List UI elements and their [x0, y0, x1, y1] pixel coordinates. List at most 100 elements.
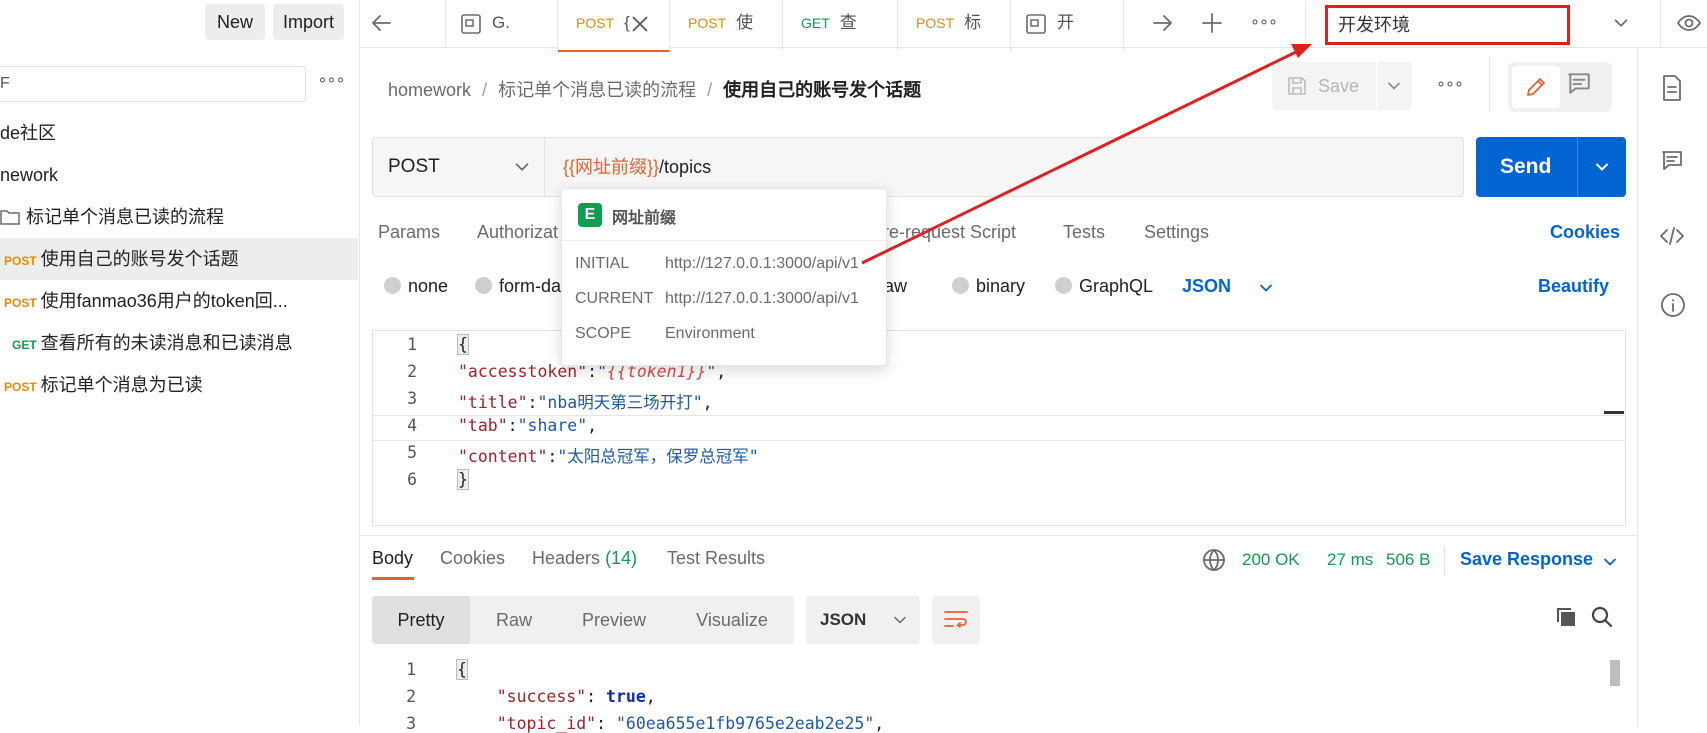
send-button[interactable]: Send: [1476, 137, 1626, 197]
breadcrumb-collection[interactable]: homework: [388, 80, 471, 100]
back-arrow-icon[interactable]: [360, 0, 446, 48]
body-type-graphql[interactable]: GraphQL: [1055, 276, 1153, 297]
status-code[interactable]: 200 OK: [1242, 550, 1300, 570]
sidebar-item[interactable]: POST 使用fanmao36用户的token回...: [0, 280, 358, 322]
env-chevron-down-icon[interactable]: [1610, 12, 1634, 36]
documentation-icon[interactable]: [1660, 74, 1684, 107]
eye-icon[interactable]: [1676, 11, 1704, 37]
code-line[interactable]: "title":"nba明天第三场开打",: [458, 389, 713, 413]
tooltip-row-key: SCOPE: [575, 325, 632, 342]
import-button[interactable]: Import: [273, 4, 344, 40]
code-line[interactable]: "success": true,: [457, 687, 656, 706]
request-tab[interactable]: G.: [446, 0, 558, 52]
response-body-viewer[interactable]: 1 {2 "success": true, 3 "topic_id": "60ea6…: [372, 658, 1626, 733]
body-type-form-data[interactable]: form-da: [475, 276, 561, 297]
cookies-link[interactable]: Cookies: [1550, 222, 1620, 243]
code-line[interactable]: "topic_id": "60ea655e1fb9765e2eab2e25",: [457, 714, 884, 733]
search-icon[interactable]: [1590, 605, 1614, 634]
request-subtab[interactable]: Tests: [1063, 222, 1105, 243]
tab-close-icon[interactable]: [630, 14, 650, 34]
response-tab-test-results[interactable]: Test Results: [667, 548, 765, 569]
view-mode-preview[interactable]: Preview: [558, 596, 670, 644]
beautify-link[interactable]: Beautify: [1538, 276, 1609, 297]
code-line[interactable]: "tab":"share",: [458, 416, 597, 435]
environment-select[interactable]: 开发环境: [1325, 5, 1570, 45]
view-mode-raw[interactable]: Raw: [470, 596, 558, 644]
response-tab-headers[interactable]: Headers (14): [532, 548, 637, 569]
tab-bar: G. POST{POST 使 GET 查 POST 标开 ∘∘∘ 开发环境: [360, 0, 1707, 52]
forward-arrow-icon[interactable]: [1150, 11, 1176, 37]
sidebar-item[interactable]: POST 标记单个消息为已读: [0, 364, 358, 406]
code-line[interactable]: "content":"太阳总冠军，保罗总冠军": [458, 443, 759, 467]
response-tab-body[interactable]: Body: [372, 548, 413, 569]
body-format-chevron-icon[interactable]: [1256, 278, 1276, 298]
tooltip-title: 网址前缀: [612, 210, 677, 227]
request-tab[interactable]: POST 标: [898, 0, 1011, 52]
request-tab[interactable]: 开: [1011, 0, 1124, 52]
response-format-select[interactable]: JSON: [806, 596, 920, 644]
response-size[interactable]: 506 B: [1386, 550, 1430, 570]
code-line[interactable]: {: [456, 659, 468, 680]
environment-badge-icon: E: [578, 203, 602, 227]
tab-type-icon: [461, 14, 481, 34]
line-number: 1: [406, 660, 416, 679]
method-chevron-down-icon: [511, 156, 533, 183]
request-tab[interactable]: POST{: [558, 0, 670, 52]
code-line[interactable]: {: [457, 334, 469, 355]
tooltip-row-key: CURRENT: [575, 290, 654, 307]
sidebar-item-label: 标记单个消息为已读: [40, 375, 203, 395]
save-response-button[interactable]: Save Response: [1460, 549, 1593, 570]
request-subtab[interactable]: Authorizat: [477, 222, 558, 243]
tab-more-icon[interactable]: ∘∘∘: [1250, 12, 1278, 36]
right-rail: [1637, 48, 1707, 726]
line-number: 3: [406, 714, 416, 733]
request-tab[interactable]: GET 查: [783, 0, 898, 52]
body-type-none[interactable]: none: [384, 276, 448, 297]
request-subtab[interactable]: re-request Script: [883, 222, 1016, 243]
more-options-icon[interactable]: ∘∘∘: [316, 70, 346, 98]
body-type-binary[interactable]: binary: [952, 276, 1025, 297]
url-variable[interactable]: {{网址前缀}}: [563, 157, 659, 177]
sidebar-item[interactable]: POST 使用自己的账号发个话题: [0, 238, 358, 280]
code-icon[interactable]: [1659, 224, 1685, 253]
comment-mode-icon[interactable]: [1566, 70, 1592, 101]
response-time[interactable]: 27 ms: [1327, 550, 1373, 570]
sidebar-item[interactable]: GET 查看所有的未读消息和已读消息: [0, 322, 358, 364]
tooltip-row-value: http://127.0.0.1:3000/api/v1: [665, 290, 859, 307]
tooltip-row-key: INITIAL: [575, 255, 630, 272]
body-format-select[interactable]: JSON: [1182, 276, 1231, 297]
sidebar-item[interactable]: de社区: [0, 112, 358, 154]
request-subtab[interactable]: Settings: [1144, 222, 1209, 243]
search-input[interactable]: F: [0, 66, 306, 102]
copy-icon[interactable]: [1554, 605, 1578, 634]
breadcrumb-folder[interactable]: 标记单个消息已读的流程: [498, 80, 696, 100]
sidebar: New Import F ∘∘∘ de社区 nework 标记单个消息已读的流程 PO…: [0, 0, 360, 726]
comments-icon[interactable]: [1660, 148, 1684, 177]
wrap-lines-icon[interactable]: [932, 596, 980, 644]
send-options-chevron-icon[interactable]: [1592, 157, 1612, 177]
code-line[interactable]: }: [457, 469, 469, 490]
line-number: 2: [407, 362, 417, 381]
url-bar: POST {{网址前缀}}/topics: [372, 137, 1464, 197]
response-tab-cookies[interactable]: Cookies: [440, 548, 505, 569]
method-badge: GET: [12, 338, 37, 352]
breadcrumb-request[interactable]: 使用自己的账号发个话题: [723, 80, 921, 100]
sidebar-item-label: de社区: [0, 123, 57, 143]
save-button[interactable]: Save: [1272, 62, 1412, 110]
sidebar-item-label: 标记单个消息已读的流程: [26, 207, 224, 227]
globe-icon[interactable]: [1202, 548, 1226, 577]
request-more-icon[interactable]: ∘∘∘: [1436, 74, 1464, 94]
view-mode-visualize[interactable]: Visualize: [670, 596, 794, 644]
save-response-chevron-icon[interactable]: [1600, 552, 1620, 572]
edit-pencil-icon[interactable]: [1512, 66, 1560, 108]
sidebar-item[interactable]: nework: [0, 154, 358, 196]
request-subtab[interactable]: Params: [378, 222, 440, 243]
new-tab-plus-icon[interactable]: [1200, 11, 1226, 37]
info-icon[interactable]: [1660, 292, 1686, 323]
sidebar-item[interactable]: 标记单个消息已读的流程: [0, 196, 358, 238]
request-tab[interactable]: POST 使: [670, 0, 783, 52]
line-number: 1: [407, 335, 417, 354]
view-mode-pretty[interactable]: Pretty: [372, 596, 470, 644]
new-button[interactable]: New: [205, 4, 265, 40]
method-badge: POST: [4, 296, 37, 310]
